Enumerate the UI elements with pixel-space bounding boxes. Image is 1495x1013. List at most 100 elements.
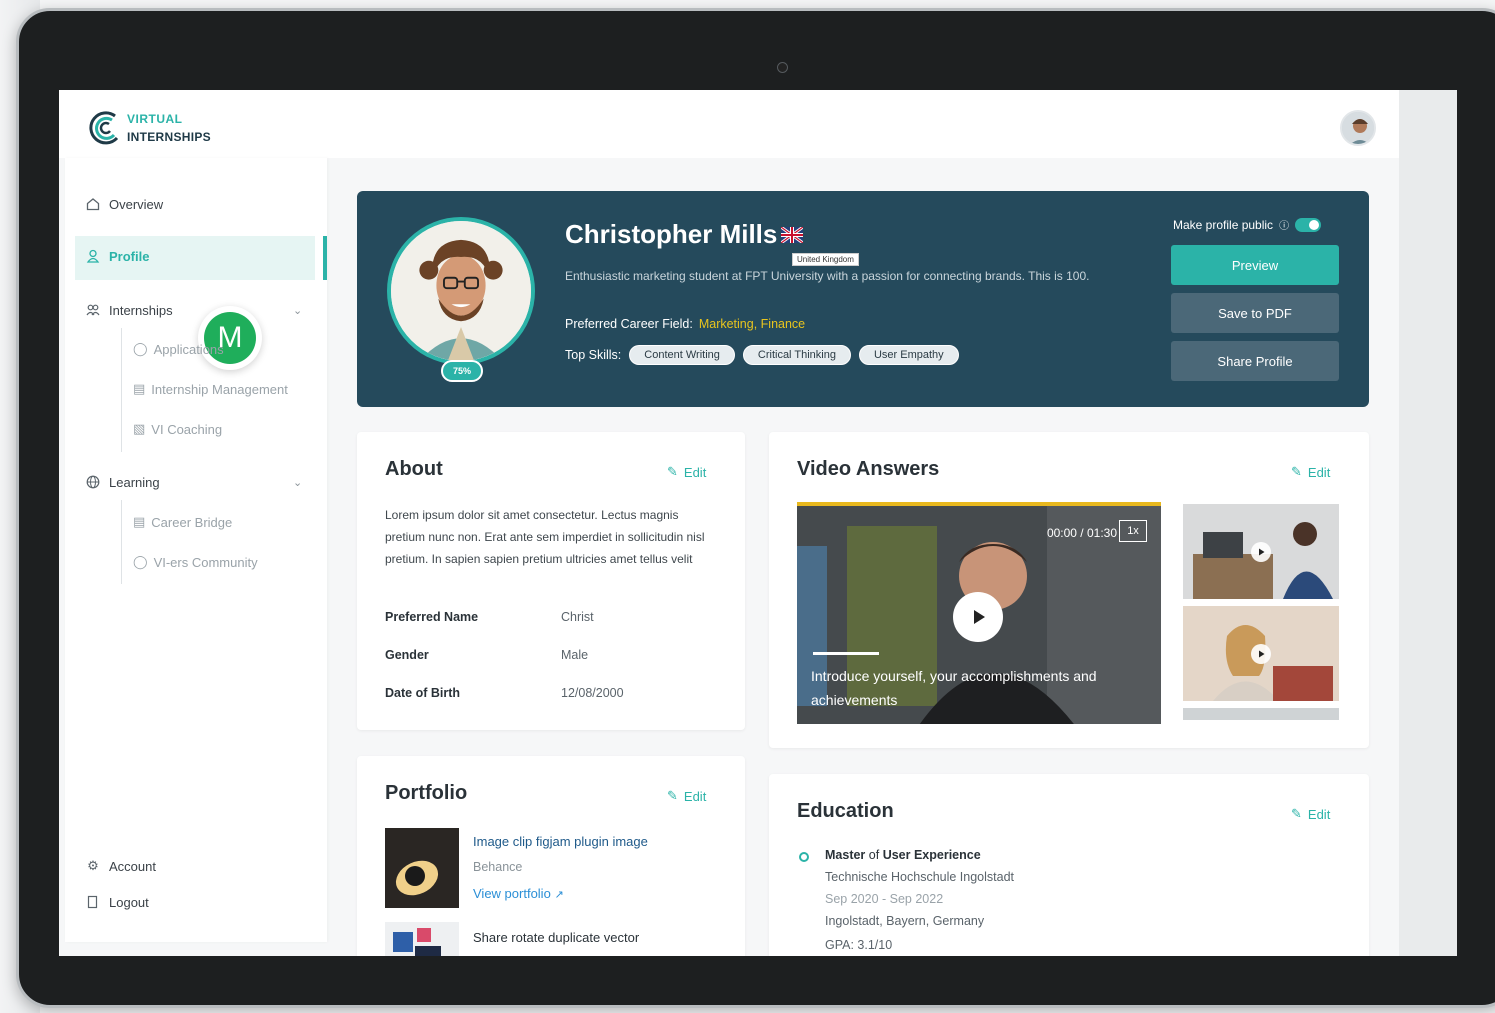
skill-chip[interactable]: Critical Thinking [742,345,851,365]
degree-connector: of [868,848,880,862]
sidebar-item-account[interactable]: ⚙ Account [85,858,156,874]
profile-name: Christopher Mills [565,219,778,249]
profile-header-card: 75% Christopher Mills United Kingdom Ent… [357,191,1369,407]
external-link-icon: ↗ [554,889,564,901]
sidebar-item-overview[interactable]: Overview [85,196,163,212]
play-icon[interactable] [1251,644,1271,664]
community-icon: ◯ [133,554,148,569]
vector-thumbnail-icon [385,922,459,956]
edit-label: Edit [1307,464,1331,480]
book-icon: ▤ [133,514,146,529]
sidebar-sub-vi-ers-community[interactable]: ◯ VI-ers Community [133,554,258,570]
sidebar-sub-label: VI Coaching [151,421,223,437]
uk-flag-icon[interactable] [781,227,803,243]
play-button[interactable] [953,592,1003,642]
sidebar-sub-applications[interactable]: ◯ Applications [133,341,224,357]
behance-thumbnail-icon [385,828,459,908]
submenu-guide-line [121,328,122,452]
sidebar-item-profile[interactable]: Profile [85,248,149,264]
sidebar-item-label: Account [109,858,156,874]
sidebar-sub-career-bridge[interactable]: ▤ Career Bridge [133,514,232,530]
sidebar-active-indicator [323,236,327,280]
education-location: Ingolstadt, Bayern, Germany [825,914,985,928]
pencil-icon: ✎ [667,788,678,803]
about-field-label: Date of Birth [385,686,460,700]
edit-label: Edit [683,788,707,804]
sidebar-item-label: Learning [109,474,160,490]
about-title: About [385,458,443,480]
video-thumbnail[interactable] [1183,504,1339,599]
make-public-label: Make profile public [1173,217,1274,232]
share-profile-button[interactable]: Share Profile [1171,341,1339,381]
pencil-icon: ✎ [1291,464,1302,479]
portfolio-thumbnail[interactable] [385,828,459,908]
degree-level: Master [825,848,866,862]
gear-icon: ⚙ [87,858,99,873]
sidebar-item-internships[interactable]: Internships [85,302,173,318]
video-progress-bar[interactable] [813,652,879,655]
video-caption: Introduce yourself, your accomplishments… [811,668,1097,708]
sidebar-item-learning[interactable]: Learning [85,474,160,490]
about-field-label: Gender [385,648,429,662]
preview-button[interactable]: Preview [1171,245,1339,285]
preferred-career-field: Preferred Career Field: Marketing, Financ… [565,317,805,331]
sidebar-item-label: Logout [109,894,149,910]
chevron-down-icon[interactable]: ⌄ [293,476,302,489]
degree-field: User Experience [882,848,981,862]
sidebar-sub-internship-management[interactable]: ▤ Internship Management [133,381,288,397]
education-school: Technische Hochschule Ingolstadt [825,870,1015,884]
top-skills: Top Skills: Content Writing Critical Thi… [565,345,959,365]
career-field-value: Marketing, Finance [698,317,806,331]
logo[interactable]: VIRTUAL INTERNSHIPS [87,106,257,150]
sidebar-sub-label: VI-ers Community [153,554,258,570]
user-icon [85,248,101,264]
education-gpa: GPA: 3.1/10 [825,938,893,952]
about-edit-button[interactable]: ✎ Edit [667,464,706,480]
edit-label: Edit [1307,806,1331,822]
portfolio-item-title[interactable]: Image clip figjam plugin image [473,834,648,849]
portrait-illustration-icon [391,221,531,361]
sidebar-item-label: Overview [109,196,164,212]
make-public-toggle[interactable] [1295,217,1322,232]
app-screen: VIRTUAL INTERNSHIPS Overview Profile M I… [59,90,1457,956]
screen-gutter [1399,90,1457,956]
portfolio-title: Portfolio [385,782,468,804]
skill-chip[interactable]: User Empathy [858,345,959,365]
sidebar-item-logout[interactable]: Logout [85,894,149,910]
portfolio-item-title[interactable]: Share rotate duplicate vector [473,930,639,945]
sidebar-sub-label: Career Bridge [151,514,233,530]
profile-initial-bubble[interactable]: M [198,306,262,370]
education-title: Education [797,800,894,822]
view-portfolio-link[interactable]: View portfolio ↗ [473,886,564,901]
about-field-row: Date of Birth 12/08/2000 [385,686,624,700]
top-bar: VIRTUAL INTERNSHIPS [59,90,1399,158]
about-text: Lorem ipsum dolor sit amet consectetur. … [385,508,705,566]
profile-completion-badge: 75% [441,360,483,382]
portfolio-edit-button[interactable]: ✎ Edit [667,788,706,804]
logo-text-virtual: VIRTUAL [127,112,183,126]
education-edit-button[interactable]: ✎ Edit [1291,806,1330,822]
coaching-icon: ▧ [133,421,146,436]
sidebar-sub-vi-coaching[interactable]: ▧ VI Coaching [133,421,222,437]
save-to-pdf-button[interactable]: Save to PDF [1171,293,1339,333]
user-avatar[interactable] [1340,110,1376,146]
skill-chip[interactable]: Content Writing [629,345,735,365]
video-thumbnail[interactable] [1183,606,1339,701]
playback-speed-button[interactable]: 1x [1119,520,1147,542]
logo-text-internships: INTERNSHIPS [127,130,211,144]
video-thumbnail[interactable] [1183,708,1339,720]
logo-mark-icon [89,111,119,145]
home-icon [85,196,101,212]
make-public-control: Make profile public ⓘ [1173,217,1322,232]
help-icon[interactable]: ⓘ [1279,217,1289,232]
about-card: About ✎ Edit Lorem ipsum dolor sit amet … [357,432,745,730]
video-edit-button[interactable]: ✎ Edit [1291,464,1330,480]
view-portfolio-label: View portfolio [473,886,551,901]
education-degree: Master of User Experience [825,848,981,862]
play-icon[interactable] [1251,542,1271,562]
chevron-down-icon[interactable]: ⌄ [293,304,302,317]
timeline-dot-icon [799,852,809,862]
portfolio-thumbnail[interactable] [385,922,459,956]
video-player[interactable]: 00:00 / 01:30 1x Introduce yourself, you… [797,502,1161,724]
avatar-portrait-icon [1342,112,1374,144]
